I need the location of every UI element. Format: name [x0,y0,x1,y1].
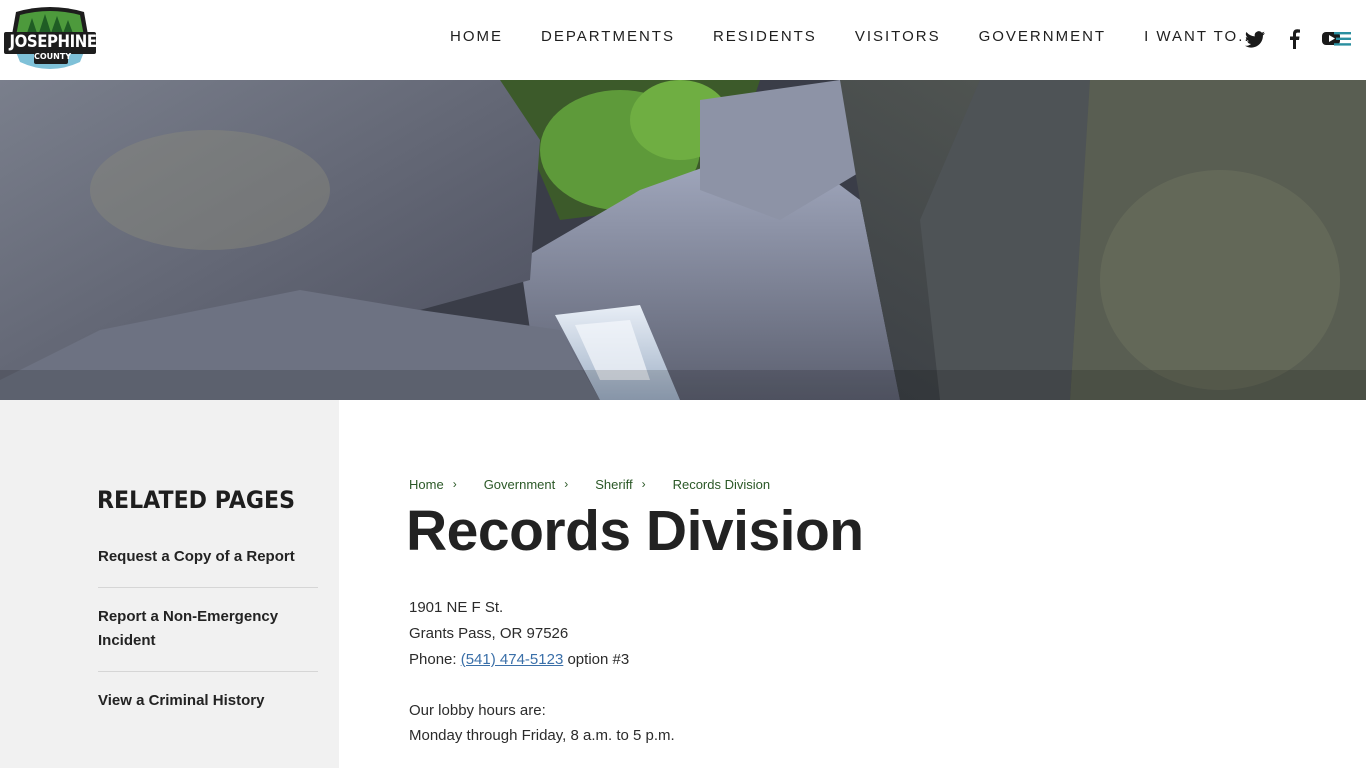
site-header: JOSEPHINE COUNTY HOME DEPARTMENTS RESIDE… [0,0,1366,80]
sidebar-divider [98,587,318,588]
main-nav: HOME DEPARTMENTS RESIDENTS VISITORS GOVE… [450,28,1295,45]
related-pages-sidebar: RELATED PAGES Request a Copy of a Report… [0,400,339,768]
address-line-2: Grants Pass, OR 97526 [409,625,569,642]
hamburger-menu-button[interactable] [1322,30,1352,48]
breadcrumb-current: Records Division [672,477,771,492]
phone-suffix: option #3 [567,651,630,668]
breadcrumb-sheriff[interactable]: Sheriff [595,477,632,492]
twitter-icon[interactable] [1244,29,1266,49]
link-criminal-history[interactable]: View a Criminal History [98,689,318,713]
phone-label: Phone: [409,651,457,668]
page-title: Records Division [406,499,864,563]
logo-bottom-text: COUNTY [34,52,72,61]
chevron-right-icon: › [641,477,646,491]
phone-line: Phone: (541) 474-5123 option #3 [409,647,629,673]
nav-home[interactable]: HOME [450,28,503,45]
lobby-hours: Monday through Friday, 8 a.m. to 5 p.m. [409,727,675,744]
nav-i-want-to[interactable]: I WANT TO... [1144,28,1257,45]
link-request-report-copy[interactable]: Request a Copy of a Report [98,545,318,569]
nav-residents[interactable]: RESIDENTS [713,28,817,45]
nav-departments[interactable]: DEPARTMENTS [541,28,675,45]
lobby-intro: Our lobby hours are: [409,702,546,719]
breadcrumb: Home › Government › Sheriff › Records Di… [409,477,770,492]
nav-government[interactable]: GOVERNMENT [979,28,1107,45]
phone-link[interactable]: (541) 474-5123 [461,651,564,668]
chevron-right-icon: › [564,477,569,491]
nav-visitors[interactable]: VISITORS [855,28,941,45]
link-report-non-emergency[interactable]: Report a Non-Emergency Incident [98,605,318,653]
social-links [1244,29,1322,49]
josephine-county-logo[interactable]: JOSEPHINE COUNTY [4,6,98,74]
address-line-1: 1901 NE F St. [409,599,504,616]
breadcrumb-home[interactable]: Home [409,477,444,492]
logo-top-text: JOSEPHINE [9,32,98,52]
breadcrumb-government[interactable]: Government [484,477,556,492]
sidebar-divider [98,671,318,672]
related-pages-heading: RELATED PAGES [97,486,296,514]
facebook-icon[interactable] [1283,29,1305,49]
hero-image [0,80,1366,400]
chevron-right-icon: › [452,477,457,491]
